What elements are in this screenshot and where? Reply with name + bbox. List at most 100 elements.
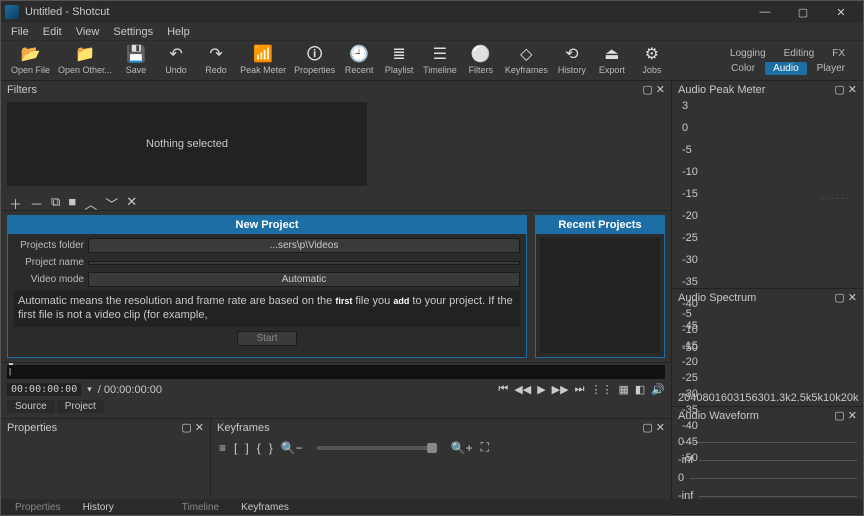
kf-fit-button[interactable]: ⛶ [481, 440, 489, 455]
panel-pop-icon[interactable]: ▢ [642, 83, 652, 96]
waveform-row: 0 [678, 436, 857, 448]
zoom-button[interactable]: ◧ [635, 383, 645, 396]
layout-tab-editing[interactable]: Editing [776, 47, 823, 60]
player-tab-source[interactable]: Source [7, 400, 55, 413]
menu-help[interactable]: Help [161, 25, 196, 39]
spectrum-tick: -40 [682, 420, 698, 432]
toolbar-playlist[interactable]: ≣Playlist [379, 42, 419, 80]
bottom-tab-timeline[interactable]: Timeline [172, 500, 229, 515]
filters-empty-text: Nothing selected [146, 138, 228, 150]
scrub-bar[interactable]: | [7, 365, 665, 379]
reset-in-icon[interactable]: ▾ [87, 384, 92, 395]
properties-title: Properties [7, 422, 57, 434]
kf-set-in-button[interactable]: [ [234, 441, 237, 455]
bottom-tab-history[interactable]: History [73, 500, 124, 515]
save-icon: 💾 [126, 47, 146, 63]
toolbar-timeline[interactable]: ☰Timeline [419, 42, 461, 80]
bottom-tab-keyframes[interactable]: Keyframes [231, 500, 299, 515]
timecode-current[interactable]: 00:00:00:00 [7, 383, 81, 396]
spectrum-tick: -45 [682, 436, 698, 448]
toggle-button[interactable]: ⋮⋮ [590, 383, 612, 396]
peak-meter-panel: Audio Peak Meter ▢✕ 30-5-10-15-20-25-30-… [672, 81, 863, 289]
peak-meter-title: Audio Peak Meter [678, 84, 765, 96]
player-tab-project[interactable]: Project [57, 400, 104, 413]
rewind-button[interactable]: ◀◀ [514, 383, 531, 396]
toolbar-open-file[interactable]: 📂Open File [7, 42, 54, 80]
forward-button[interactable]: ▶▶ [552, 383, 569, 396]
start-button[interactable]: Start [237, 331, 297, 346]
toolbar-properties[interactable]: 🛈Properties [290, 42, 339, 80]
toolbar-save[interactable]: 💾Save [116, 42, 156, 80]
properties-panel: Properties ▢ ✕ [1, 419, 211, 499]
kf-set-out-button[interactable]: ] [245, 441, 248, 455]
menu-file[interactable]: File [5, 25, 35, 39]
toolbar-jobs[interactable]: ⚙Jobs [632, 42, 672, 80]
open-other--icon: 📁 [75, 47, 95, 63]
kf-menu-button[interactable]: ≡ [219, 441, 226, 455]
kf-next-kf-button[interactable]: } [269, 441, 273, 455]
freq-tick: 20k [841, 392, 859, 404]
spectrum-tick: -20 [682, 356, 698, 368]
toolbar-export[interactable]: ⏏Export [592, 42, 632, 80]
spectrum-tick: -35 [682, 404, 698, 416]
grid-button[interactable]: ▦ [618, 383, 628, 396]
panel-pop-icon[interactable]: ▢ [181, 421, 191, 434]
volume-button[interactable]: 🔊 [651, 383, 665, 396]
layout-tab-logging[interactable]: Logging [722, 47, 774, 60]
toolbar-peak-meter[interactable]: 📶Peak Meter [236, 42, 290, 80]
mode-select[interactable]: Automatic [88, 272, 520, 287]
panel-pop-icon[interactable]: ▢ [834, 409, 844, 422]
timecode-total: / 00:00:00:00 [98, 384, 162, 396]
toolbar-history[interactable]: ⟲History [552, 42, 592, 80]
layout-tab-audio[interactable]: Audio [765, 62, 807, 75]
new-project-header: New Project [8, 216, 526, 234]
toolbar: 📂Open File📁Open Other...💾Save↶Undo↷Redo📶… [1, 41, 863, 81]
kf-zoom-in-button[interactable]: 🔍+ [451, 441, 473, 455]
folder-input[interactable]: ...sers\p\Videos [88, 238, 520, 253]
skip-prev-button[interactable]: ⏮ [498, 383, 508, 396]
toolbar-keyframes[interactable]: ◇Keyframes [501, 42, 552, 80]
layout-tab-player[interactable]: Player [809, 62, 853, 75]
minimize-button[interactable]: — [747, 2, 783, 22]
freq-tick: 630 [751, 392, 769, 404]
toolbar-recent[interactable]: 🕘Recent [339, 42, 379, 80]
panel-pop-icon[interactable]: ▢ [834, 291, 844, 304]
layout-tab-color[interactable]: Color [723, 62, 763, 75]
freq-tick: 1.3k [770, 392, 791, 404]
peak-tick: -35 [682, 276, 698, 288]
app-icon [5, 5, 19, 19]
play-button[interactable]: ▶ [537, 383, 545, 396]
toolbar-open-other-[interactable]: 📁Open Other... [54, 42, 116, 80]
meter-track: ------ [821, 193, 851, 203]
panel-close-icon[interactable]: ✕ [848, 83, 857, 96]
kf-zoom-out-button[interactable]: 🔍− [281, 441, 303, 455]
skip-next-button[interactable]: ⏭ [575, 383, 585, 396]
name-input[interactable] [88, 261, 520, 265]
layout-tab-fx[interactable]: FX [824, 47, 853, 60]
filters-icon: ⚪ [471, 47, 491, 63]
panel-close-icon[interactable]: ✕ [656, 421, 665, 434]
keyframes-icon: ◇ [520, 47, 532, 63]
panel-close-icon[interactable]: ✕ [848, 291, 857, 304]
toolbar-undo[interactable]: ↶Undo [156, 42, 196, 80]
peak-tick: -30 [682, 254, 698, 266]
panel-close-icon[interactable]: ✕ [195, 421, 204, 434]
toolbar-redo[interactable]: ↷Redo [196, 42, 236, 80]
maximize-button[interactable]: ▢ [785, 2, 821, 22]
spectrum-tick: -50 [682, 452, 698, 464]
panel-pop-icon[interactable]: ▢ [834, 83, 844, 96]
panel-close-icon[interactable]: ✕ [848, 409, 857, 422]
panel-close-icon[interactable]: ✕ [656, 83, 665, 96]
bottom-tab-properties[interactable]: Properties [5, 500, 71, 515]
zoom-slider[interactable] [317, 446, 437, 450]
toolbar-filters[interactable]: ⚪Filters [461, 42, 501, 80]
recent-projects-card: Recent Projects [535, 215, 665, 358]
menu-edit[interactable]: Edit [37, 25, 68, 39]
close-button[interactable]: ✕ [823, 2, 859, 22]
panel-pop-icon[interactable]: ▢ [642, 421, 652, 434]
peak-tick: -15 [682, 188, 698, 200]
menu-settings[interactable]: Settings [107, 25, 159, 39]
kf-prev-kf-button[interactable]: { [257, 441, 261, 455]
mode-label: Video mode [14, 274, 84, 285]
menu-view[interactable]: View [70, 25, 106, 39]
